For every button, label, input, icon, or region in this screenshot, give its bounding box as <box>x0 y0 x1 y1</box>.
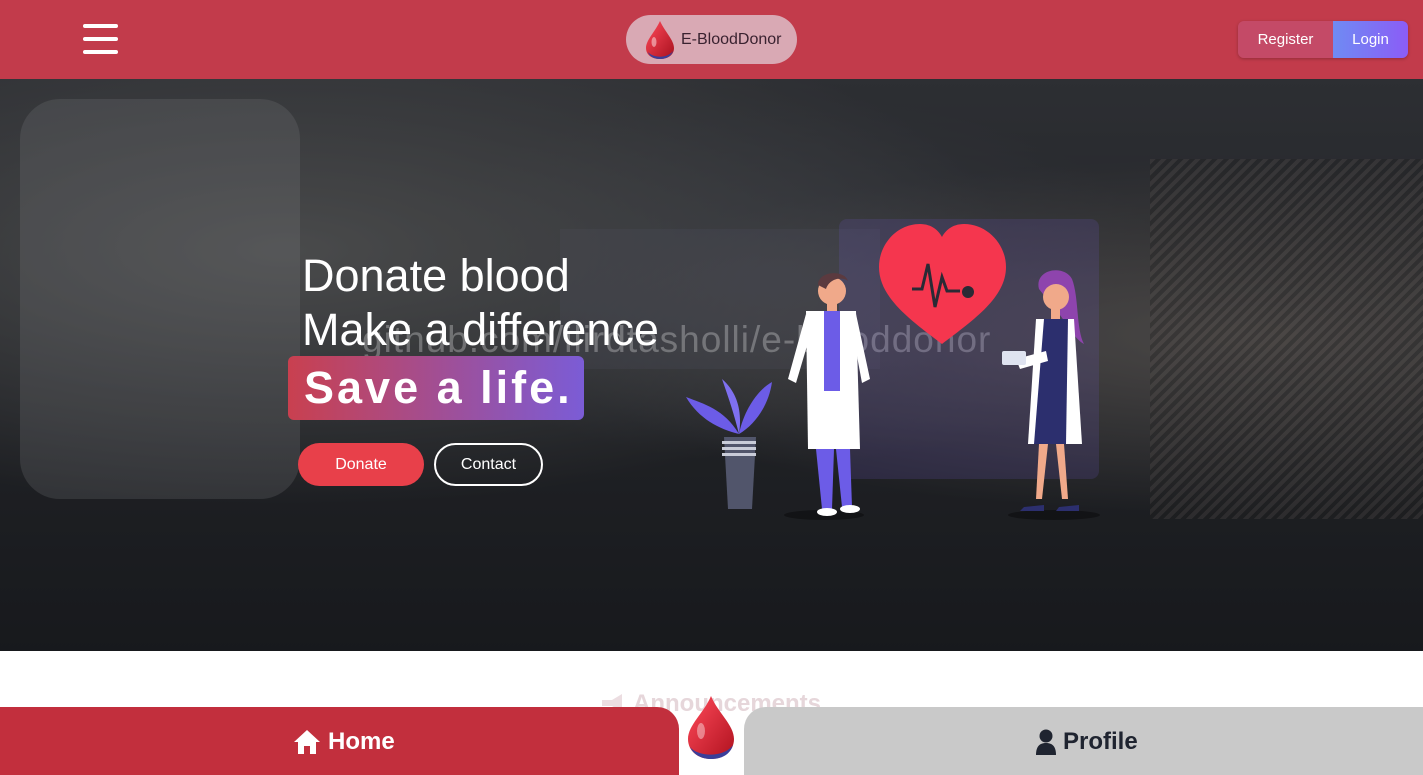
hero-banner: Donate blood Make a difference github.co… <box>0 79 1423 651</box>
blood-drop-icon <box>646 21 674 59</box>
top-navbar: E-BloodDonor Register Login <box>0 0 1423 79</box>
hero-heading-line-1: Donate blood <box>302 250 570 301</box>
tab-home[interactable]: Home <box>0 707 679 775</box>
brand-logo[interactable]: E-BloodDonor <box>626 15 797 64</box>
user-icon <box>1036 729 1056 755</box>
tab-profile-label: Profile <box>1063 728 1138 755</box>
tab-home-label: Home <box>328 728 395 755</box>
contact-button[interactable]: Contact <box>434 443 543 486</box>
home-icon <box>294 730 320 754</box>
doctors-illustration <box>686 219 1100 520</box>
hamburger-menu-icon[interactable] <box>83 24 118 56</box>
register-button[interactable]: Register <box>1238 21 1333 58</box>
plant-illustration <box>686 379 772 509</box>
tab-profile[interactable]: Profile <box>744 707 1423 775</box>
donate-button[interactable]: Donate <box>298 443 424 486</box>
brand-name: E-BloodDonor <box>681 31 782 48</box>
auth-buttons: Register Login <box>1238 21 1408 58</box>
hero-highlight-text: Save a life. <box>304 362 573 413</box>
center-blood-drop-icon[interactable] <box>686 695 736 761</box>
login-button[interactable]: Login <box>1333 21 1408 58</box>
hero-highlight-badge: Save a life. <box>288 356 584 420</box>
